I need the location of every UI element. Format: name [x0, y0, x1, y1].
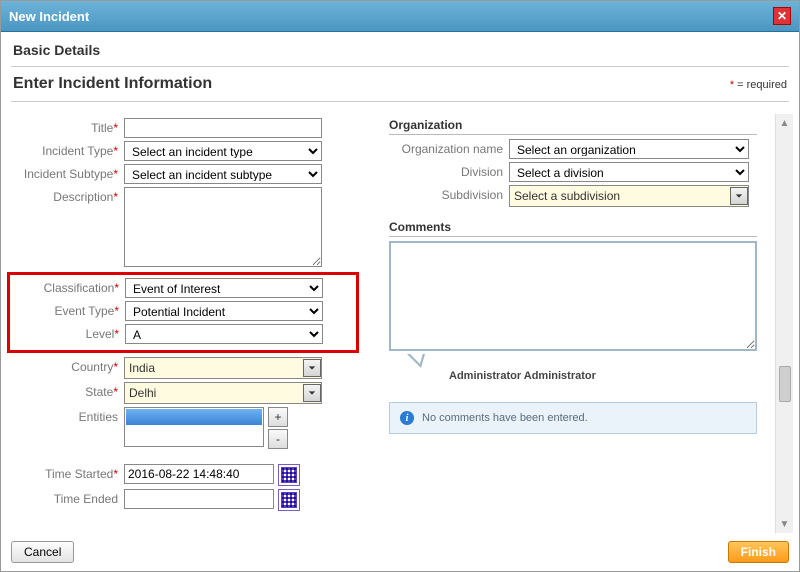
row-subdivision: Subdivision Select a subdivision: [389, 185, 757, 207]
add-entity-button[interactable]: +: [268, 407, 288, 427]
label-time-ended: Time Ended: [54, 492, 118, 506]
row-incident-subtype: Incident Subtype* Select an incident sub…: [9, 164, 359, 184]
comment-author: Administrator Administrator: [449, 370, 757, 382]
subdivision-value: Select a subdivision: [514, 189, 620, 203]
comments-heading: Comments: [389, 220, 757, 237]
label-country: Country: [71, 360, 113, 374]
content-area: Title* Incident Type* Select an incident…: [1, 110, 799, 533]
scroll-down-icon[interactable]: ▼: [778, 517, 792, 531]
label-subdivision: Subdivision: [442, 188, 503, 202]
close-button[interactable]: ✕: [773, 7, 791, 25]
label-state: State: [85, 385, 113, 399]
label-entities: Entities: [79, 410, 118, 424]
vertical-scrollbar[interactable]: ▲ ▼: [775, 114, 793, 533]
dropdown-icon[interactable]: [303, 384, 321, 402]
row-country: Country* India: [9, 357, 359, 379]
row-state: State* Delhi: [9, 382, 359, 404]
country-combo[interactable]: India: [124, 357, 322, 379]
description-textarea[interactable]: [124, 187, 322, 267]
entities-selected-item[interactable]: [126, 409, 262, 425]
dialog-title: New Incident: [9, 9, 89, 24]
label-division: Division: [461, 165, 503, 179]
scroll-thumb[interactable]: [779, 366, 791, 402]
page-subtitle: Enter Incident Information: [13, 75, 212, 93]
finish-button[interactable]: Finish: [728, 541, 789, 563]
row-organization-name: Organization name Select an organization: [389, 139, 757, 159]
dialog-footer: Cancel Finish: [1, 533, 799, 571]
dropdown-icon[interactable]: [303, 359, 321, 377]
entities-listbox[interactable]: [124, 407, 264, 447]
row-incident-type: Incident Type* Select an incident type: [9, 141, 359, 161]
calendar-icon: [281, 492, 297, 508]
time-ended-input[interactable]: [124, 489, 274, 509]
classification-select[interactable]: Event of Interest: [125, 278, 323, 298]
subdivision-combo[interactable]: Select a subdivision: [509, 185, 749, 207]
organization-name-select[interactable]: Select an organization: [509, 139, 749, 159]
label-incident-type: Incident Type: [42, 144, 113, 158]
state-value: Delhi: [129, 386, 156, 400]
level-select[interactable]: A: [125, 324, 323, 344]
label-event-type: Event Type: [55, 304, 115, 318]
divider: [11, 66, 789, 67]
organization-heading: Organization: [389, 118, 757, 135]
close-icon: ✕: [777, 9, 787, 23]
no-comments-text: No comments have been entered.: [422, 412, 588, 424]
dialog-titlebar: New Incident ✕: [1, 1, 799, 32]
required-legend: * = required: [730, 79, 787, 91]
remove-entity-button[interactable]: -: [268, 429, 288, 449]
comment-speech-wrapper: [389, 241, 757, 354]
incident-type-select[interactable]: Select an incident type: [124, 141, 322, 161]
calendar-icon: [281, 467, 297, 483]
label-description: Description: [53, 190, 113, 204]
section-heading: Basic Details: [1, 32, 799, 62]
state-combo[interactable]: Delhi: [124, 382, 322, 404]
left-column: Title* Incident Type* Select an incident…: [9, 118, 359, 529]
classification-highlight-box: Classification* Event of Interest Event …: [7, 272, 359, 353]
entities-buttons: + -: [268, 407, 288, 449]
event-type-select[interactable]: Potential Incident: [125, 301, 323, 321]
cancel-button[interactable]: Cancel: [11, 541, 74, 563]
time-ended-calendar-button[interactable]: [278, 489, 300, 511]
row-division: Division Select a division: [389, 162, 757, 182]
time-started-calendar-button[interactable]: [278, 464, 300, 486]
label-level: Level: [86, 327, 115, 341]
info-icon: i: [400, 411, 414, 425]
row-event-type: Event Type* Potential Incident: [10, 301, 354, 321]
row-title: Title*: [9, 118, 359, 138]
division-select[interactable]: Select a division: [509, 162, 749, 182]
label-organization-name: Organization name: [402, 142, 503, 156]
incident-subtype-select[interactable]: Select an incident subtype: [124, 164, 322, 184]
time-started-input[interactable]: [124, 464, 274, 484]
row-level: Level* A: [10, 324, 354, 344]
right-column: Organization Organization name Select an…: [389, 118, 757, 529]
row-entities: Entities + -: [9, 407, 359, 449]
comment-textarea[interactable]: [389, 241, 757, 351]
scroll-up-icon[interactable]: ▲: [778, 116, 792, 130]
dialog-new-incident: New Incident ✕ Basic Details Enter Incid…: [0, 0, 800, 572]
label-title: Title: [91, 121, 113, 135]
row-classification: Classification* Event of Interest: [10, 278, 354, 298]
form-scroll[interactable]: Title* Incident Type* Select an incident…: [7, 114, 775, 533]
row-description: Description*: [9, 187, 359, 267]
row-time-started: Time Started*: [9, 464, 359, 486]
country-value: India: [129, 361, 155, 375]
label-classification: Classification: [44, 281, 115, 295]
title-input[interactable]: [124, 118, 322, 138]
label-incident-subtype: Incident Subtype: [24, 167, 113, 181]
speech-tail-icon: [409, 353, 423, 364]
divider: [11, 101, 789, 102]
dropdown-icon[interactable]: [730, 187, 748, 205]
subtitle-row: Enter Incident Information * = required: [1, 75, 799, 97]
label-time-started: Time Started: [45, 467, 113, 481]
no-comments-banner: i No comments have been entered.: [389, 402, 757, 434]
row-time-ended: Time Ended: [9, 489, 359, 511]
